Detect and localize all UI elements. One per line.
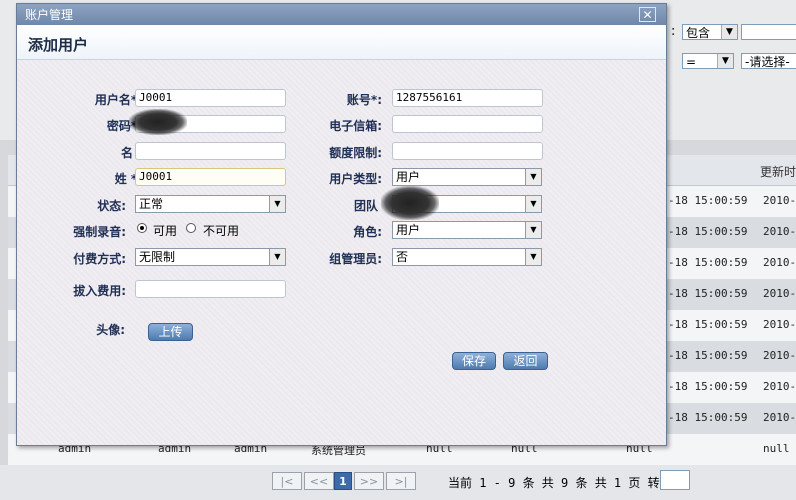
chevron-down-icon: ▼ bbox=[525, 222, 541, 238]
dialog-heading: 添加用户 bbox=[28, 36, 89, 54]
row-updated-cell: 2010-0 bbox=[763, 380, 796, 393]
redaction-scribble bbox=[381, 186, 439, 220]
record-enabled-radio[interactable] bbox=[137, 223, 147, 233]
row-time-cell: -18 15:00:59 bbox=[668, 194, 748, 207]
email-input[interactable] bbox=[392, 115, 543, 133]
status-select[interactable]: 正常 ▼ bbox=[135, 195, 286, 213]
filter-colon: : bbox=[671, 24, 676, 39]
chevron-down-icon: ▼ bbox=[525, 169, 541, 185]
filter-choose-value: -请选择- bbox=[745, 55, 790, 69]
quota-label: 额度限制: bbox=[329, 146, 382, 160]
row-updated-cell: 2010-0 bbox=[763, 256, 796, 269]
quota-input[interactable] bbox=[392, 142, 543, 160]
account-label: 账号*: bbox=[346, 93, 382, 107]
row-time-cell: -18 15:00:59 bbox=[668, 256, 748, 269]
redaction-scribble bbox=[129, 109, 187, 135]
filter-operator-select[interactable]: 包含 ▼ bbox=[682, 24, 738, 40]
row-time-cell: -18 15:00:59 bbox=[668, 380, 748, 393]
username-input[interactable]: J0001 bbox=[135, 89, 286, 107]
row-cell: null bbox=[763, 442, 790, 455]
usertype-select[interactable]: 用户 ▼ bbox=[392, 168, 542, 186]
avatar-label: 头像: bbox=[96, 323, 125, 337]
chevron-down-icon: ▼ bbox=[269, 249, 285, 265]
dialin-label: 拔入费用: bbox=[73, 284, 126, 298]
pager-last-button[interactable]: >| bbox=[386, 472, 416, 490]
row-updated-cell: 2010-0 bbox=[763, 225, 796, 238]
back-button[interactable]: 返回 bbox=[503, 352, 548, 370]
filter-operator-value: 包含 bbox=[686, 26, 711, 40]
close-icon[interactable]: ✕ bbox=[639, 7, 656, 22]
filter-value-input[interactable] bbox=[741, 24, 796, 40]
role-label: 角色: bbox=[353, 225, 382, 239]
role-select[interactable]: 用户 ▼ bbox=[392, 221, 542, 239]
record-label: 强制录音: bbox=[73, 225, 126, 239]
pager-info: 当前 1 - 9 条 共 9 条 共 1 页 转到 bbox=[448, 476, 672, 490]
row-updated-cell: 2010-0 bbox=[763, 411, 796, 424]
groupadmin-label: 组管理员: bbox=[329, 252, 382, 266]
dialin-input[interactable] bbox=[135, 280, 286, 298]
groupadmin-value: 否 bbox=[396, 250, 409, 264]
record-disabled-text: 不可用 bbox=[203, 224, 240, 238]
column-header-updated[interactable]: 更新时 bbox=[760, 163, 796, 180]
team-label: 团队 bbox=[353, 199, 378, 213]
record-disabled-radio[interactable] bbox=[186, 223, 196, 233]
row-updated-cell: 2010-0 bbox=[763, 194, 796, 207]
chevron-down-icon: ▼ bbox=[721, 25, 737, 39]
payment-select[interactable]: 无限制 ▼ bbox=[135, 248, 286, 266]
row-updated-cell: 2010-0 bbox=[763, 287, 796, 300]
row-updated-cell: 2010-0 bbox=[763, 349, 796, 362]
payment-label: 付费方式: bbox=[73, 252, 126, 266]
groupadmin-select[interactable]: 否 ▼ bbox=[392, 248, 542, 266]
lastname-input[interactable]: J0001 bbox=[135, 168, 286, 186]
row-time-cell: -18 15:00:59 bbox=[668, 225, 748, 238]
usertype-value: 用户 bbox=[396, 170, 421, 184]
pager-next-button[interactable]: >> bbox=[354, 472, 384, 490]
dialog-titlebar[interactable]: 账户管理 ✕ bbox=[17, 4, 666, 25]
pager-first-button[interactable]: |< bbox=[272, 472, 302, 490]
chevron-down-icon: ▼ bbox=[525, 249, 541, 265]
pager: |< << 1 >> >| 当前 1 - 9 条 共 9 条 共 1 页 转到 bbox=[0, 465, 796, 500]
row-time-cell: -18 15:00:59 bbox=[668, 318, 748, 331]
dialog-header: 添加用户 bbox=[17, 25, 666, 60]
row-updated-cell: 2010-0 bbox=[763, 318, 796, 331]
save-button[interactable]: 保存 bbox=[452, 352, 496, 370]
filter-eq-select[interactable]: = ▼ bbox=[682, 53, 734, 69]
add-user-dialog: 账户管理 ✕ 添加用户 用户名*: J0001 账号*: 1287556161 … bbox=[16, 3, 667, 446]
chevron-down-icon: ▼ bbox=[525, 196, 541, 212]
row-time-cell: -18 15:00:59 bbox=[668, 287, 748, 300]
email-label: 电子信箱: bbox=[329, 119, 382, 133]
filter-eq-value: = bbox=[686, 55, 697, 69]
status-value: 正常 bbox=[139, 197, 164, 211]
account-input[interactable]: 1287556161 bbox=[392, 89, 543, 107]
role-value: 用户 bbox=[396, 223, 421, 237]
row-time-cell: -18 15:00:59 bbox=[668, 411, 748, 424]
upload-button[interactable]: 上传 bbox=[148, 323, 193, 341]
dialog-window-title: 账户管理 bbox=[25, 8, 74, 22]
usertype-label: 用户类型: bbox=[329, 172, 382, 186]
status-label: 状态: bbox=[97, 199, 126, 213]
payment-value: 无限制 bbox=[139, 250, 176, 264]
pager-current-page[interactable]: 1 bbox=[334, 472, 352, 490]
pager-prev-button[interactable]: << bbox=[304, 472, 334, 490]
row-time-cell: -18 15:00:59 bbox=[668, 349, 748, 362]
filter-choose-select[interactable]: -请选择- bbox=[741, 53, 796, 69]
record-enabled-text: 可用 bbox=[153, 224, 178, 238]
firstname-input[interactable] bbox=[135, 142, 286, 160]
add-user-form: 用户名*: J0001 账号*: 1287556161 密码*: 电子信箱: 名… bbox=[17, 60, 666, 445]
chevron-down-icon: ▼ bbox=[269, 196, 285, 212]
chevron-down-icon: ▼ bbox=[717, 54, 733, 68]
pager-goto-input[interactable] bbox=[660, 470, 690, 490]
